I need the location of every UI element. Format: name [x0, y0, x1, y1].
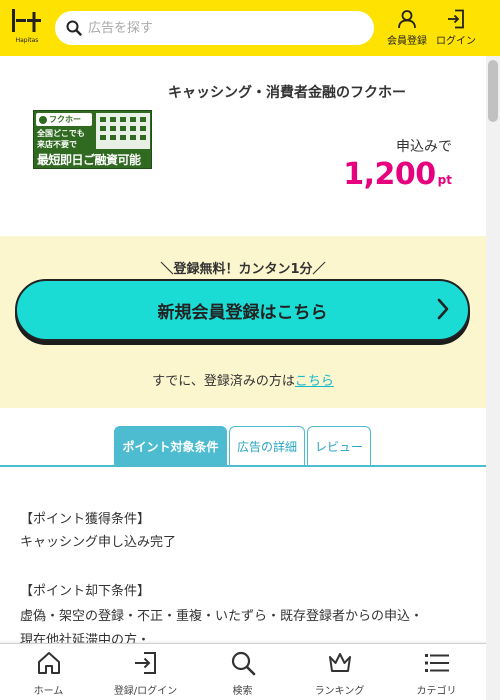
banner-line1: 全国どこでも: [37, 129, 85, 138]
nav-ranking[interactable]: ランキング: [291, 650, 388, 697]
nav-ranking-label: ランキング: [314, 686, 365, 697]
signup-button[interactable]: 新規会員登録はこちら: [15, 279, 470, 341]
nav-search-label: 検索: [232, 686, 253, 697]
nav-category[interactable]: カテゴリ: [388, 650, 485, 697]
tab-point-conditions[interactable]: ポイント対象条件: [114, 426, 227, 466]
search-icon: [66, 20, 82, 36]
banner-brand: フクホー: [36, 113, 92, 126]
signup-button-label: 新規会員登録はこちら: [157, 302, 328, 323]
nav-home-label: ホーム: [33, 686, 64, 697]
points-unit: pt: [437, 173, 452, 187]
banner-line2: 来店不要で: [37, 140, 77, 149]
hapitas-logo[interactable]: Hapitas: [10, 6, 44, 46]
page-scrollbar[interactable]: [486, 56, 500, 700]
nav-category-label: カテゴリ: [416, 686, 457, 697]
scrollbar-thumb[interactable]: [488, 60, 498, 122]
apply-label: 申込みで: [396, 139, 452, 155]
app-header: Hapitas 会員登録 ログイン: [0, 0, 500, 56]
bottom-navigation: ホーム 登録/ログイン 検索 ランキング カテゴリ: [0, 640, 486, 700]
registration-note: ＼登録無料！カンタン1分／: [160, 262, 326, 277]
earn-text: キャッシング申し込み完了: [20, 535, 177, 550]
registration-section: ＼登録無料！カンタン1分／ 新規会員登録はこちら すでに、登録済みの方はこちら: [0, 236, 486, 408]
login-label: ログイン: [436, 36, 476, 47]
logo-mark-icon: [12, 9, 41, 32]
login-icon: [134, 652, 156, 674]
user-icon: [398, 10, 416, 29]
reject-text-1: 虚偽・架空の登録・不正・重複・いたずら・既存登録者からの申込・: [20, 609, 424, 624]
tab-reviews[interactable]: レビュー: [307, 426, 371, 466]
chevron-right-icon: [437, 298, 449, 320]
list-icon: [424, 654, 449, 672]
crown-icon: [328, 653, 351, 672]
login-prefix: すでに、登録済みの方は: [152, 374, 295, 389]
nav-login[interactable]: 登録/ログイン: [97, 650, 194, 697]
detail-tabs: ポイント対象条件 広告の詳細 レビュー: [114, 426, 373, 467]
home-icon: [37, 652, 60, 674]
login-link[interactable]: こちら: [295, 374, 334, 389]
banner-building: [96, 113, 150, 149]
logo-text: Hapitas: [15, 37, 39, 44]
nav-login-label: 登録/ログイン: [113, 686, 178, 697]
tab-ad-details[interactable]: 広告の詳細: [229, 426, 305, 466]
search-input[interactable]: [88, 20, 348, 36]
login-icon: [448, 9, 464, 29]
nav-search[interactable]: 検索: [194, 650, 291, 697]
reject-heading: 【ポイント却下条件】: [20, 584, 151, 599]
nav-shadow: [0, 640, 486, 644]
banner-line3: 最短即日ご融資可能: [37, 153, 141, 167]
ad-title: キャッシング・消費者金融のフクホー: [168, 85, 406, 101]
tab-divider: [0, 465, 486, 467]
ad-banner-image[interactable]: フクホー 全国どこでも 来店不要で 最短即日ご融資可能: [33, 110, 152, 169]
register-button[interactable]: 会員登録: [387, 9, 427, 47]
register-label: 会員登録: [387, 36, 427, 47]
points-value: 1,200: [343, 157, 436, 192]
points-reward: 1,200 pt: [343, 157, 452, 192]
search-icon: [231, 651, 255, 676]
login-button[interactable]: ログイン: [436, 9, 476, 47]
search-bar[interactable]: [55, 11, 374, 45]
nav-home[interactable]: ホーム: [0, 650, 97, 697]
earn-heading: 【ポイント獲得条件】: [20, 512, 151, 527]
existing-member-login: すでに、登録済みの方はこちら: [0, 370, 486, 389]
